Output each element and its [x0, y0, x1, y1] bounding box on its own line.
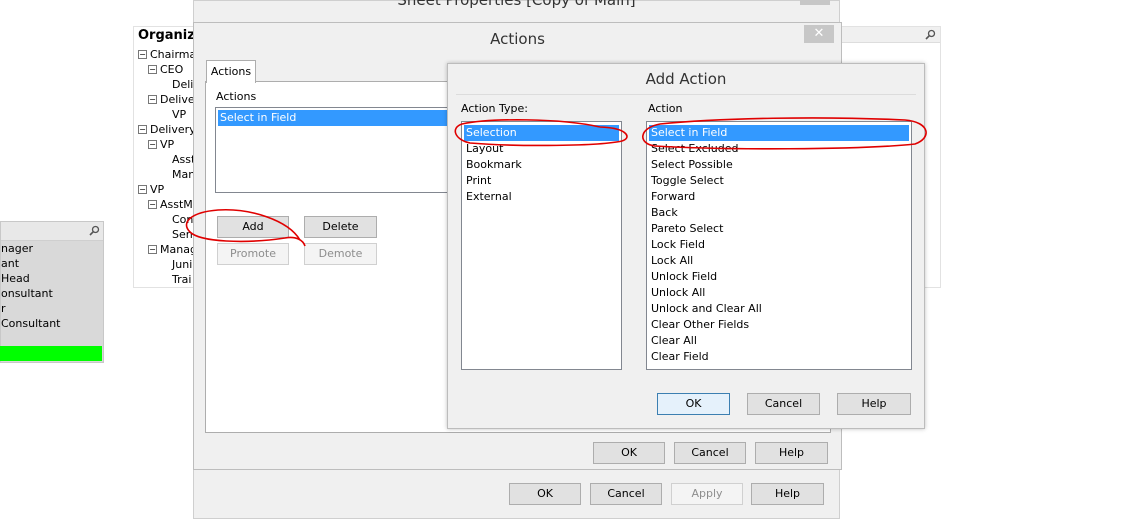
annotation-circle-selection	[454, 119, 628, 147]
annotation-circle-add	[185, 209, 306, 247]
annotation-circle-select-in-field	[642, 117, 927, 150]
red-annotations	[185, 117, 927, 247]
